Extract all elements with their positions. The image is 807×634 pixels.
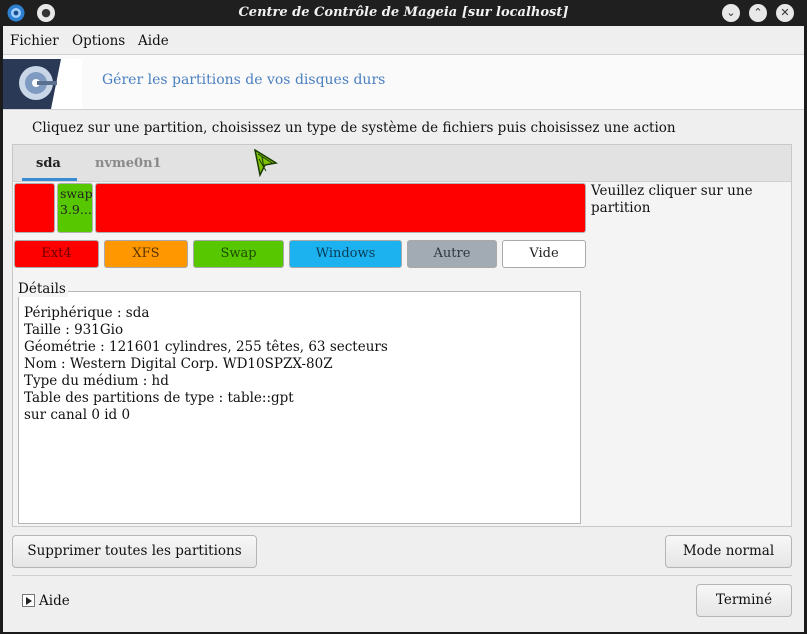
partition-size-label: 3.9... — [60, 202, 92, 217]
disk-logo — [3, 59, 82, 109]
title-bar: ● Centre de Contrôle de Mageia [sur loca… — [0, 0, 807, 26]
partition-type-label: swap — [60, 186, 93, 201]
detail-device: Périphérique : sda — [24, 305, 150, 321]
details-frame: Périphérique : sda Taille : 931Gio Géomé… — [14, 281, 586, 524]
client-area: Fichier Options Aide Gérer les partition… — [3, 26, 804, 632]
disk-notebook: sda nvme0n1 swap 3.9... Veuillez cliquer… — [12, 144, 792, 527]
fs-ext4-button[interactable]: Ext4 — [14, 240, 99, 268]
detail-partition-table: Table des partitions de type : table::gp… — [24, 390, 294, 406]
detail-geometry: Géométrie : 121601 cylindres, 255 têtes,… — [24, 339, 388, 355]
filesystem-type-buttons: Ext4 XFS Swap Windows Autre Vide — [14, 240, 586, 268]
detail-media-type: Type du médium : hd — [24, 373, 169, 389]
fs-windows-button[interactable]: Windows — [289, 240, 402, 268]
details-label: Détails — [18, 281, 68, 297]
fs-xfs-button[interactable]: XFS — [104, 240, 188, 268]
expand-arrow-icon — [22, 594, 35, 607]
partition-block[interactable] — [14, 183, 55, 233]
tab-nvme0n1[interactable]: nvme0n1 — [95, 156, 162, 171]
detail-size: Taille : 931Gio — [24, 322, 124, 338]
menu-bar: Fichier Options Aide — [3, 26, 804, 54]
partition-map: swap 3.9... — [14, 183, 586, 233]
mouse-cursor-icon — [254, 149, 279, 177]
instructions-text: Cliquez sur une partition, choisissez un… — [32, 120, 676, 136]
chevron-up-icon: ⌃ — [753, 6, 763, 19]
active-tab-indicator — [22, 178, 77, 181]
application-window: ● Centre de Contrôle de Mageia [sur loca… — [0, 0, 807, 634]
fs-swap-button[interactable]: Swap — [193, 240, 284, 268]
fs-autre-button[interactable]: Autre — [407, 240, 497, 268]
partition-hint: Veuillez cliquer sur une partition — [591, 183, 753, 216]
partition-block[interactable] — [95, 183, 586, 233]
menu-options[interactable]: Options — [72, 33, 125, 49]
delete-all-partitions-button[interactable]: Supprimer toutes les partitions — [12, 535, 257, 568]
tab-sda[interactable]: sda — [36, 156, 61, 171]
help-expander-label: Aide — [39, 593, 70, 609]
maximize-button[interactable]: ⌃ — [749, 4, 767, 22]
normal-mode-button[interactable]: Mode normal — [665, 535, 792, 568]
harddisk-icon — [19, 59, 82, 109]
disk-tab-bar: sda nvme0n1 — [13, 145, 791, 182]
separator — [12, 575, 792, 576]
details-box: Périphérique : sda Taille : 931Gio Géomé… — [18, 291, 581, 524]
detail-channel: sur canal 0 id 0 — [24, 407, 131, 423]
detail-name: Nom : Western Digital Corp. WD10SPZX-80Z — [24, 356, 333, 372]
done-button[interactable]: Terminé — [696, 584, 792, 617]
minimize-button[interactable]: ⌄ — [722, 4, 740, 22]
banner-title: Gérer les partitions de vos disques durs — [102, 72, 386, 88]
window-title: Centre de Contrôle de Mageia [sur localh… — [238, 5, 569, 20]
chevron-down-icon: ⌄ — [726, 6, 736, 19]
header-banner: Gérer les partitions de vos disques durs — [3, 54, 804, 110]
partition-block-swap[interactable]: swap 3.9... — [57, 183, 93, 233]
fs-vide-button[interactable]: Vide — [502, 240, 586, 268]
menu-aide[interactable]: Aide — [138, 33, 169, 49]
close-button[interactable]: ✕ — [776, 4, 794, 22]
menu-fichier[interactable]: Fichier — [10, 33, 59, 49]
close-icon: ✕ — [780, 6, 790, 19]
